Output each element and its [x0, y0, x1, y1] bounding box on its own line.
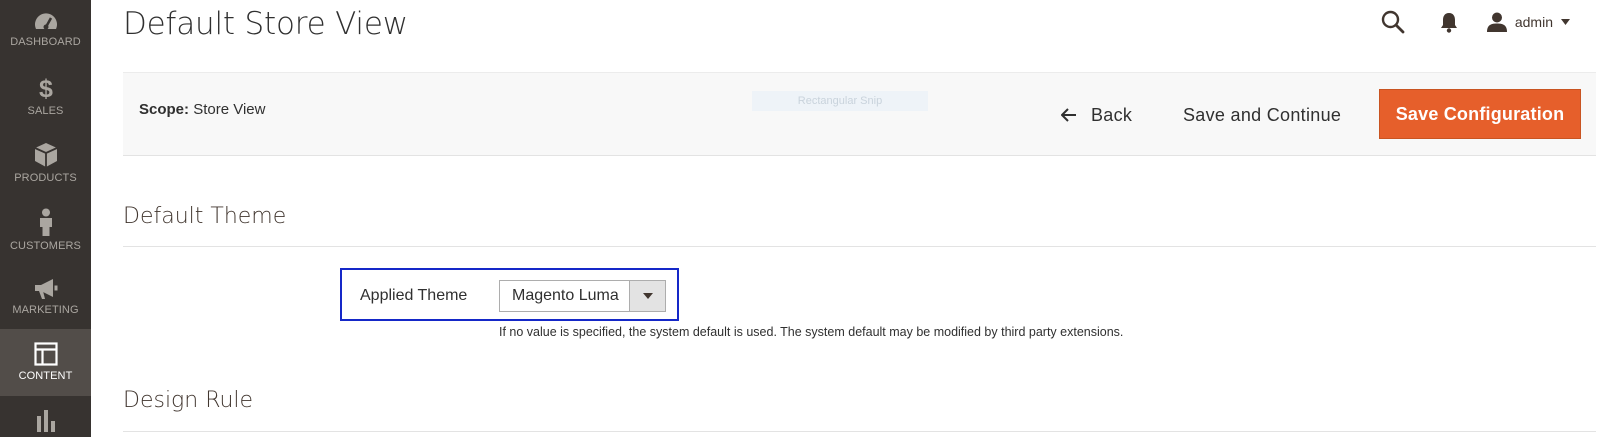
svg-text:$: $	[39, 75, 53, 101]
scope-value: Store View	[193, 101, 266, 118]
sidebar-item-label: MARKETING	[12, 304, 79, 316]
admin-username: admin	[1514, 14, 1553, 30]
page-title: Default Store View	[123, 6, 408, 42]
layout-icon	[33, 342, 58, 366]
sidebar-item-reports[interactable]	[0, 396, 91, 437]
save-configuration-button[interactable]: Save Configuration	[1379, 89, 1581, 139]
bell-icon[interactable]	[1439, 11, 1459, 33]
user-icon	[1486, 12, 1507, 32]
header-actions: admin	[1381, 8, 1570, 36]
scope-indicator: Scope: Store View	[139, 101, 265, 118]
admin-sidebar: DASHBOARD $ SALES PRODUCTS CUSTOMERS MAR…	[0, 0, 91, 437]
sidebar-item-label: CUSTOMERS	[10, 240, 81, 252]
applied-theme-select[interactable]: Magento Luma	[499, 280, 666, 312]
dashboard-icon	[34, 13, 57, 30]
section-divider	[123, 246, 1596, 247]
sidebar-item-label: CONTENT	[18, 370, 73, 382]
sidebar-item-label: DASHBOARD	[10, 36, 81, 48]
back-button[interactable]: Back	[1061, 99, 1132, 131]
back-label: Back	[1091, 104, 1133, 125]
snip-overlay: Rectangular Snip	[752, 91, 928, 111]
search-icon[interactable]	[1381, 10, 1405, 34]
section-title-default-theme: Default Theme	[123, 204, 287, 229]
box-icon	[34, 143, 57, 167]
person-icon	[39, 208, 52, 236]
dollar-icon: $	[39, 75, 53, 101]
section-title-design-rule: Design Rule	[123, 388, 254, 413]
admin-user-menu[interactable]: admin	[1486, 12, 1570, 32]
megaphone-icon	[34, 279, 57, 299]
applied-theme-value: Magento Luma	[512, 287, 619, 304]
applied-theme-label: Applied Theme	[360, 287, 468, 304]
applied-theme-note: If no value is specified, the system def…	[499, 325, 1124, 339]
scope-label: Scope:	[139, 101, 190, 118]
sidebar-item-content[interactable]: CONTENT	[0, 329, 91, 396]
select-toggle[interactable]	[629, 281, 665, 311]
caret-down-icon	[1561, 19, 1570, 25]
arrow-left-icon	[1061, 108, 1076, 122]
sidebar-item-dashboard[interactable]: DASHBOARD	[0, 0, 91, 67]
section-divider	[123, 431, 1596, 432]
page-actions-bar: Scope: Store View Rectangular Snip Back …	[123, 72, 1596, 156]
bar-chart-icon	[36, 410, 55, 432]
save-and-continue-button[interactable]: Save and Continue	[1183, 99, 1341, 131]
sidebar-item-sales[interactable]: $ SALES	[0, 67, 91, 134]
sidebar-item-label: PRODUCTS	[14, 172, 77, 184]
sidebar-item-customers[interactable]: CUSTOMERS	[0, 201, 91, 268]
applied-theme-field: Applied Theme Magento Luma	[340, 268, 679, 321]
sidebar-item-products[interactable]: PRODUCTS	[0, 134, 91, 201]
sidebar-item-label: SALES	[27, 105, 64, 117]
sidebar-item-marketing[interactable]: MARKETING	[0, 268, 91, 335]
caret-down-icon	[643, 293, 653, 299]
